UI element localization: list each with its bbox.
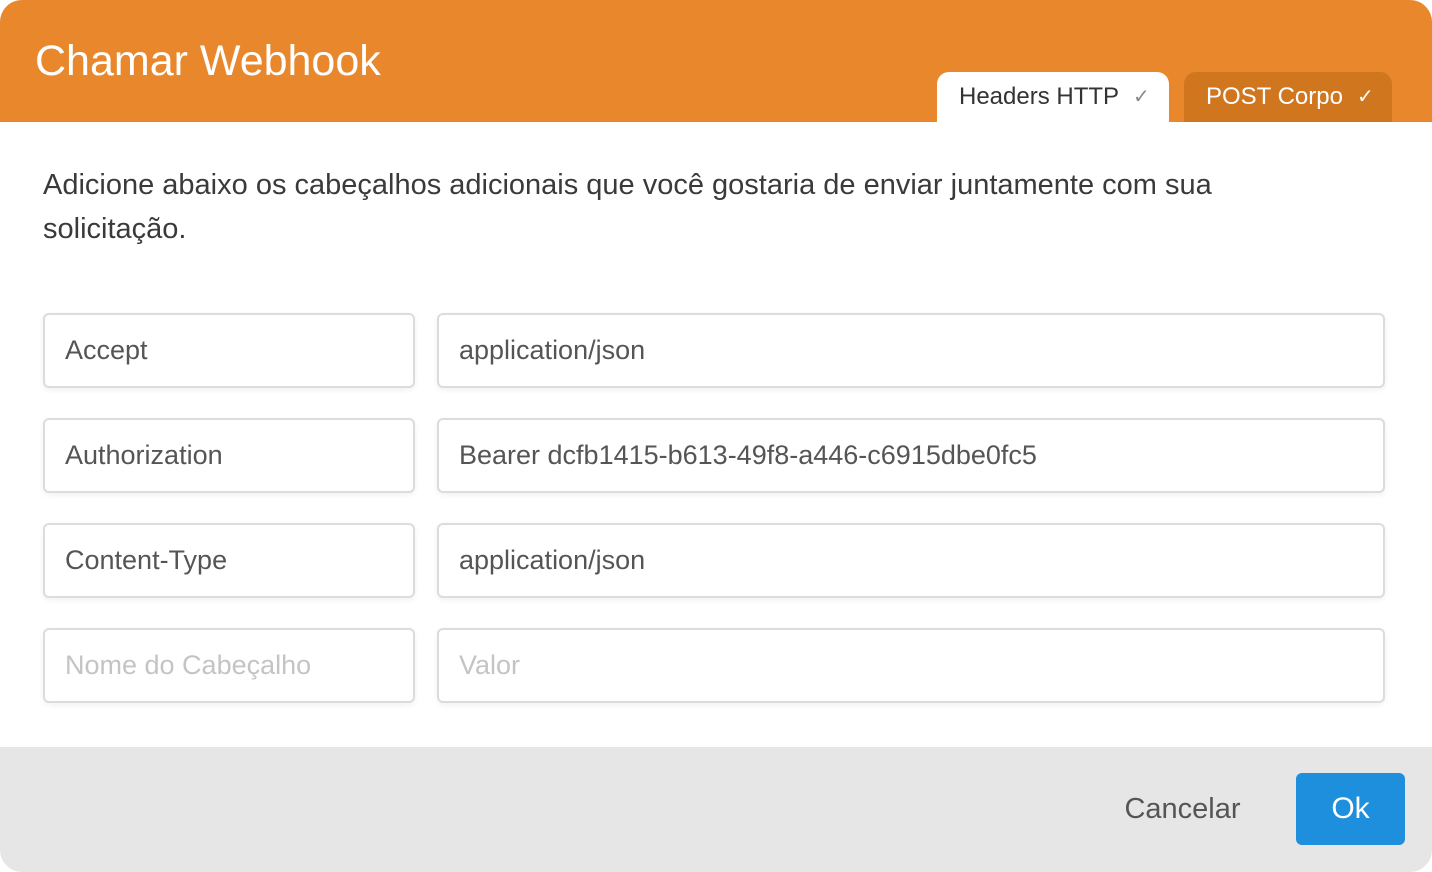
webhook-dialog: Chamar Webhook Headers HTTP ✓ POST Corpo ✓… [0,0,1432,872]
new-header-value-input[interactable] [437,628,1385,703]
header-name-input[interactable] [43,418,415,493]
tab-headers-http[interactable]: Headers HTTP ✓ [937,72,1169,122]
header-value-input[interactable] [437,418,1385,493]
header-name-input[interactable] [43,523,415,598]
dialog-header: Chamar Webhook Headers HTTP ✓ POST Corpo ✓ [0,0,1432,122]
check-icon: ✓ [1356,86,1374,108]
cancel-button[interactable]: Cancelar [1110,773,1255,845]
header-value-input[interactable] [437,313,1385,388]
new-header-name-input[interactable] [43,628,415,703]
header-name-input[interactable] [43,313,415,388]
tab-headers-http-label: Headers HTTP [959,83,1120,110]
dialog-description: Adicione abaixo os cabeçalhos adicionais… [43,169,1212,245]
dialog-title: Chamar Webhook [35,37,381,85]
tab-post-corpo-label: POST Corpo [1206,83,1343,110]
tab-post-corpo[interactable]: POST Corpo ✓ [1184,72,1392,122]
check-icon: ✓ [1133,86,1150,108]
header-value-input[interactable] [437,523,1385,598]
ok-button[interactable]: Ok [1296,773,1405,845]
